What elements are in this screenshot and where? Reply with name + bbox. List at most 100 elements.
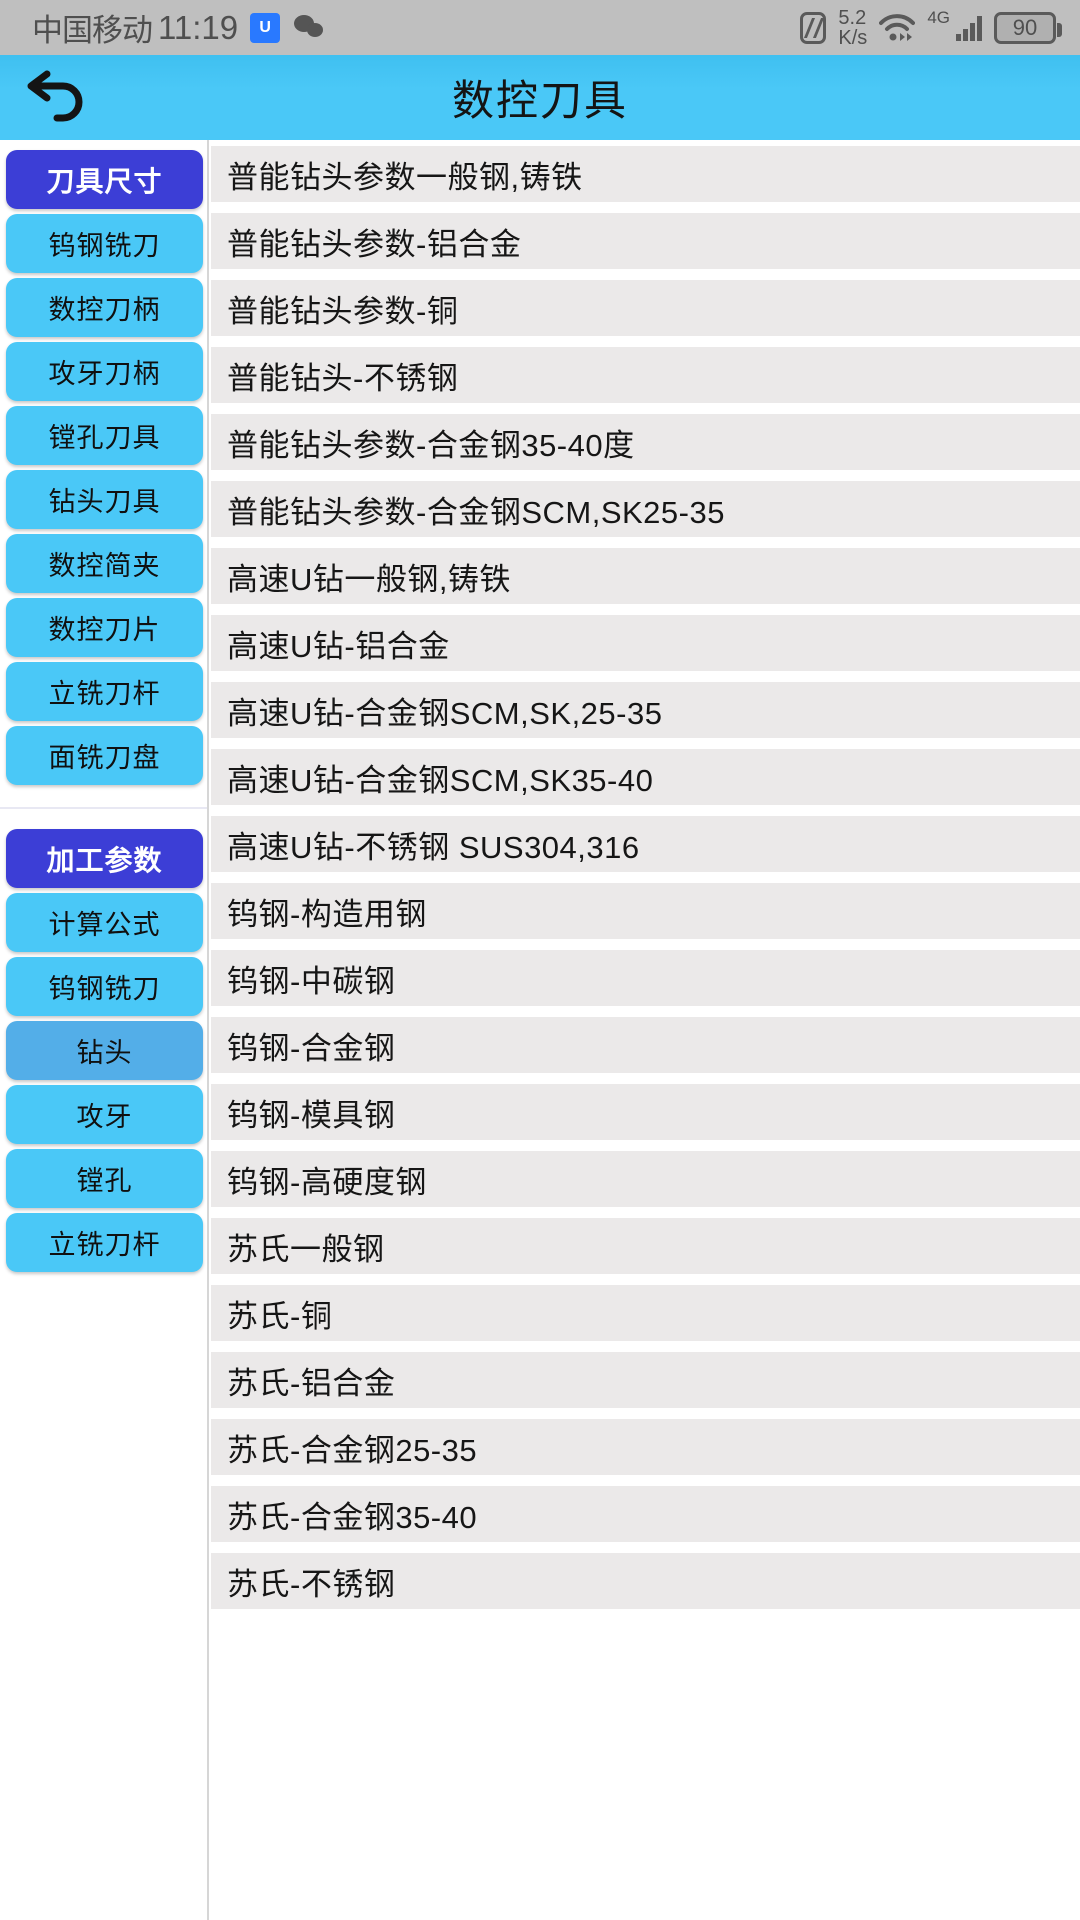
sidebar-item-group1-0[interactable]: 刀具尺寸	[6, 150, 203, 209]
list-item[interactable]: 钨钢-高硬度钢	[211, 1151, 1080, 1207]
list-item[interactable]: 普能钻头参数-合金钢35-40度	[211, 414, 1080, 470]
network-speed-value: 5.2	[838, 6, 867, 29]
list-item-label: 苏氏-铜	[227, 1298, 333, 1334]
list-item-label: 钨钢-模具钢	[227, 1097, 396, 1133]
sidebar-group-tool-sizes: 刀具尺寸钨钢铣刀数控刀柄攻牙刀柄镗孔刀具钻头刀具数控简夹数控刀片立铣刀杆面铣刀盘	[0, 150, 207, 785]
sidebar-item-label: 加工参数	[46, 844, 163, 876]
list-item-label: 普能钻头参数-合金钢SCM,SK25-35	[227, 494, 725, 530]
list-item[interactable]: 高速U钻一般钢,铸铁	[211, 548, 1080, 604]
list-item-label: 普能钻头-不锈钢	[227, 360, 459, 396]
list-item[interactable]: 普能钻头-不锈钢	[211, 347, 1080, 403]
list-item[interactable]: 普能钻头参数-合金钢SCM,SK25-35	[211, 481, 1080, 537]
wifi-icon	[879, 13, 916, 43]
status-bar-left: 中国移动 11:19 U	[0, 5, 326, 50]
sidebar-item-group1-5[interactable]: 钻头刀具	[6, 470, 203, 529]
status-bar-right: 5.2 K/s 4G 90	[800, 8, 1080, 48]
network-speed-label: 5.2 K/s	[838, 8, 867, 48]
sidebar-item-label: 面铣刀盘	[48, 743, 161, 773]
list-item-label: 高速U钻-不锈钢 SUS304,316	[227, 829, 640, 865]
sidebar-item-label: 镗孔刀具	[48, 423, 161, 453]
list-item-label: 苏氏-合金钢25-35	[227, 1432, 478, 1468]
sidebar-item-group1-3[interactable]: 攻牙刀柄	[6, 342, 203, 401]
list-item-label: 钨钢-高硬度钢	[227, 1164, 427, 1200]
sidebar-item-group1-8[interactable]: 立铣刀杆	[6, 662, 203, 721]
sidebar-nav[interactable]: 刀具尺寸 钨钢铣刀 数控刀柄 攻牙刀柄 镗孔刀具 钻头刀具 数控简夹 数控刀片 立铣刀杆 面铣刀盘…	[0, 140, 209, 1920]
list-item[interactable]: 苏氏-合金钢35-40	[211, 1486, 1080, 1542]
sidebar-item-label: 数控刀柄	[48, 295, 161, 325]
sidebar-item-group2-6[interactable]: 立铣刀杆	[6, 1213, 203, 1272]
back-button[interactable]	[0, 55, 110, 140]
sidebar-item-label: 攻牙	[76, 1102, 133, 1132]
sidebar-item-group2-1[interactable]: 计算公式	[6, 893, 203, 952]
list-item-label: 普能钻头参数-合金钢35-40度	[227, 427, 635, 463]
list-item[interactable]: 高速U钻-铝合金	[211, 615, 1080, 671]
sidebar-item-group2-2[interactable]: 钨钢铣刀	[6, 957, 203, 1016]
list-item-label: 高速U钻-铝合金	[227, 628, 450, 664]
main-content: 刀具尺寸 钨钢铣刀 数控刀柄 攻牙刀柄 镗孔刀具 钻头刀具 数控简夹 数控刀片 立铣刀杆 面铣刀盘…	[0, 140, 1080, 1920]
item-list[interactable]: 普能钻头参数一般钢,铸铁 普能钻头参数-铝合金 普能钻头参数-铜 普能钻头-不锈钢普能…	[211, 140, 1080, 1920]
list-item-label: 普能钻头参数一般钢,铸铁	[227, 159, 583, 195]
sidebar-group-machining-params: 加工参数计算公式钨钢铣刀钻头攻牙镗孔立铣刀杆	[0, 829, 207, 1272]
list-item-label: 高速U钻一般钢,铸铁	[227, 561, 511, 597]
sidebar-item-group2-0[interactable]: 加工参数	[6, 829, 203, 888]
sidebar-item-group1-1[interactable]: 钨钢铣刀	[6, 214, 203, 273]
sidebar-item-label: 钻头刀具	[48, 487, 161, 517]
list-item[interactable]: 钨钢-合金钢	[211, 1017, 1080, 1073]
list-item-label: 苏氏一般钢	[227, 1231, 385, 1267]
sidebar-item-label: 钨钢铣刀	[48, 231, 161, 261]
list-item[interactable]: 高速U钻-合金钢SCM,SK35-40	[211, 749, 1080, 805]
list-item[interactable]: 苏氏一般钢	[211, 1218, 1080, 1274]
sidebar-item-group1-6[interactable]: 数控简夹	[6, 534, 203, 593]
list-item[interactable]: 普能钻头参数-铝合金	[211, 213, 1080, 269]
list-item-label: 普能钻头参数-铜	[227, 293, 459, 329]
sidebar-item-label: 立铣刀杆	[48, 1230, 161, 1260]
cellular-signal-icon	[956, 15, 982, 41]
network-speed-unit: K/s	[838, 26, 868, 49]
battery-icon: 90	[994, 11, 1062, 44]
list-item[interactable]: 高速U钻-不锈钢 SUS304,316	[211, 816, 1080, 872]
sidebar-item-group1-2[interactable]: 数控刀柄	[6, 278, 203, 337]
back-arrow-icon	[19, 64, 91, 131]
sidebar-item-group1-7[interactable]: 数控刀片	[6, 598, 203, 657]
list-item[interactable]: 普能钻头参数一般钢,铸铁	[211, 146, 1080, 202]
sidebar-item-label: 立铣刀杆	[48, 679, 161, 709]
clock-label: 11:19	[158, 8, 239, 46]
list-item-label: 苏氏-不锈钢	[227, 1566, 396, 1602]
list-item-label: 高速U钻-合金钢SCM,SK,25-35	[227, 695, 663, 731]
list-item[interactable]: 苏氏-铝合金	[211, 1352, 1080, 1408]
list-item-label: 钨钢-合金钢	[227, 1030, 396, 1066]
carrier-label: 中国移动	[32, 13, 153, 48]
app-header: 数控刀具	[0, 55, 1080, 140]
sidebar-item-label: 计算公式	[48, 910, 161, 940]
sidebar-item-group2-3[interactable]: 钻头	[6, 1021, 203, 1080]
wechat-icon	[294, 14, 326, 41]
sidebar-item-label: 钨钢铣刀	[48, 974, 161, 1004]
list-item[interactable]: 苏氏-铜	[211, 1285, 1080, 1341]
list-item-label: 钨钢-构造用钢	[227, 896, 427, 932]
app-badge-icon: U	[250, 12, 281, 43]
list-item[interactable]: 高速U钻-合金钢SCM,SK,25-35	[211, 682, 1080, 738]
list-item-label: 普能钻头参数-铝合金	[227, 226, 522, 262]
list-item[interactable]: 钨钢-中碳钢	[211, 950, 1080, 1006]
sidebar-item-label: 攻牙刀柄	[48, 359, 161, 389]
list-item[interactable]: 苏氏-合金钢25-35	[211, 1419, 1080, 1475]
sidebar-item-group1-9[interactable]: 面铣刀盘	[6, 726, 203, 785]
list-item[interactable]: 苏氏-不锈钢	[211, 1553, 1080, 1609]
sidebar-item-label: 刀具尺寸	[46, 165, 163, 197]
sidebar-divider	[0, 807, 207, 809]
list-item-label: 高速U钻-合金钢SCM,SK35-40	[227, 762, 654, 798]
sidebar-item-label: 镗孔	[76, 1166, 133, 1196]
battery-level-label: 90	[1012, 14, 1038, 40]
list-item[interactable]: 普能钻头参数-铜	[211, 280, 1080, 336]
sidebar-item-label: 数控刀片	[48, 615, 161, 645]
sidebar-item-group2-5[interactable]: 镗孔	[6, 1149, 203, 1208]
sidebar-item-group1-4[interactable]: 镗孔刀具	[6, 406, 203, 465]
list-item-label: 钨钢-中碳钢	[227, 963, 396, 999]
sidebar-item-label: 数控简夹	[48, 551, 161, 581]
network-type-label: 4G	[927, 7, 950, 27]
sidebar-item-group2-4[interactable]: 攻牙	[6, 1085, 203, 1144]
list-item[interactable]: 钨钢-模具钢	[211, 1084, 1080, 1140]
list-item-label: 苏氏-铝合金	[227, 1365, 396, 1401]
list-item[interactable]: 钨钢-构造用钢	[211, 883, 1080, 939]
sidebar-item-label: 钻头	[76, 1038, 133, 1068]
